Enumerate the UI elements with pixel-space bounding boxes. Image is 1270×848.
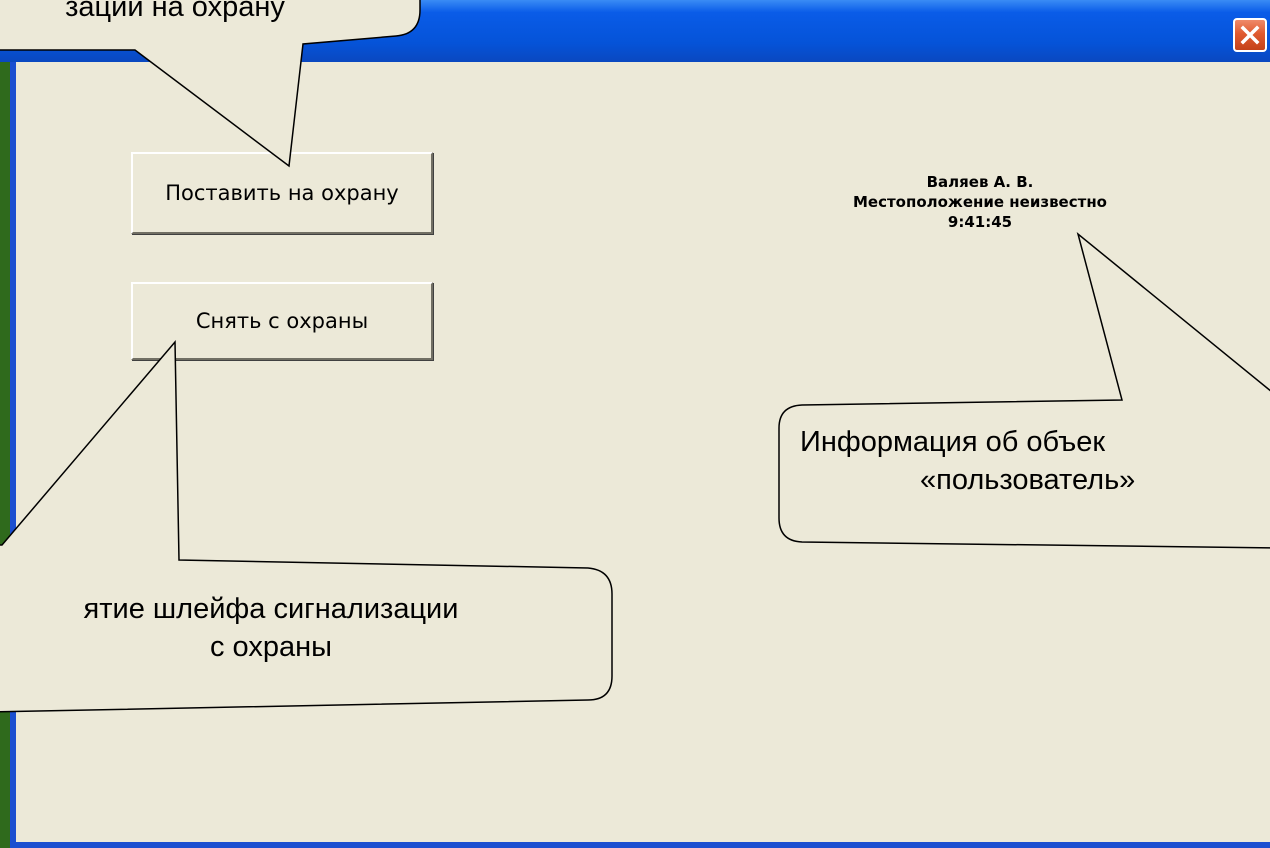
callout-right-text: Информация об объек «пользователь» [800,423,1270,499]
callout-right-shape [778,231,1270,549]
callout-bottom-line1: ятие шлейфа сигнализации [83,593,459,625]
callout-bottom-text: ятие шлейфа сигнализации с охраны [0,590,612,666]
callout-bottom-line2: с охраны [210,631,332,663]
app-window: Поставить на охрану Снять с охраны Валяе… [0,0,1270,848]
callout-top-text: зации на охрану [65,0,285,23]
callout-right-line1: Информация об объек [800,426,1106,458]
callout-right-line2: «пользователь» [920,464,1136,496]
